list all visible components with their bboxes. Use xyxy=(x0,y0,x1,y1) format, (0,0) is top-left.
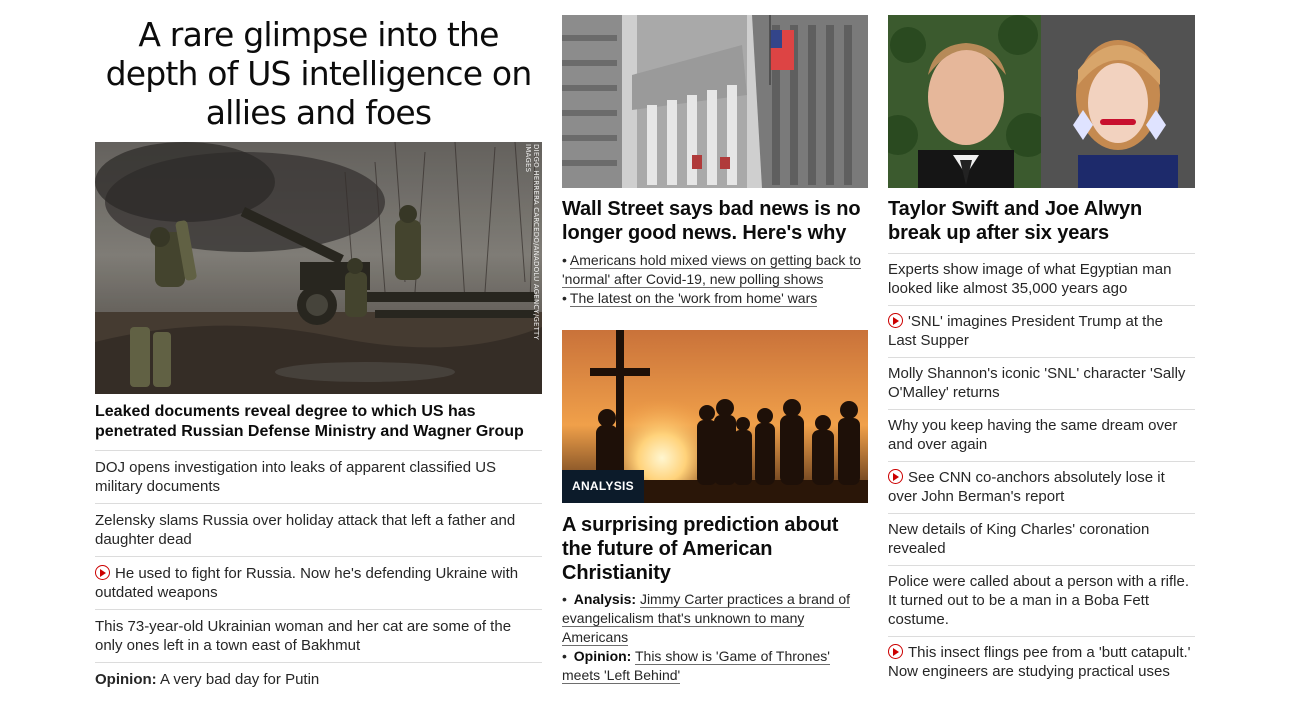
photo-credit: DIEGO HERRERA CARCEDO/ANADOLU AGENCY/GET… xyxy=(524,144,540,340)
lead-story-title[interactable]: Leaked documents reveal degree to which … xyxy=(95,402,542,451)
list-item-text: He used to fight for Russia. Now he's de… xyxy=(95,565,519,601)
bullet-label: Analysis: xyxy=(573,591,637,607)
list-item[interactable]: Police were called about a person with a… xyxy=(888,566,1195,637)
swift-story-title[interactable]: Taylor Swift and Joe Alwyn break up afte… xyxy=(888,197,1195,245)
opinion-item[interactable]: Opinion: A very bad day for Putin xyxy=(95,663,542,696)
list-item[interactable]: Zelensky slams Russia over holiday attac… xyxy=(95,504,542,557)
list-item-text: 'SNL' imagines President Trump at the La… xyxy=(888,313,1164,349)
list-item-text: Molly Shannon's iconic 'SNL' character '… xyxy=(888,365,1186,401)
list-item[interactable]: 'SNL' imagines President Trump at the La… xyxy=(888,306,1195,358)
bullet-item[interactable]: • Analysis: Jimmy Carter practices a bra… xyxy=(562,590,868,647)
play-circle-icon xyxy=(888,469,903,484)
list-item-text: Zelensky slams Russia over holiday attac… xyxy=(95,512,516,548)
cross-sunset-photo[interactable]: ANALYSIS xyxy=(562,330,868,503)
swift-alwyn-photo[interactable] xyxy=(888,15,1195,188)
christianity-story-title[interactable]: A surprising prediction about the future… xyxy=(562,513,868,585)
list-item-text: This insect flings pee from a 'butt cata… xyxy=(888,644,1191,680)
wall-street-bullets: • Americans hold mixed views on getting b… xyxy=(562,251,868,308)
list-item[interactable]: He used to fight for Russia. Now he's de… xyxy=(95,557,542,610)
list-item[interactable]: DOJ opens investigation into leaks of ap… xyxy=(95,451,542,504)
hero-headline[interactable]: A rare glimpse into the depth of US inte… xyxy=(95,15,542,142)
list-item-text: This 73-year-old Ukrainian woman and her… xyxy=(95,618,512,654)
play-circle-icon xyxy=(888,313,903,328)
middle-column: Wall Street says bad news is no longer g… xyxy=(562,0,868,685)
list-item-text: New details of King Charles' coronation … xyxy=(888,521,1150,557)
left-column: A rare glimpse into the depth of US inte… xyxy=(95,0,542,696)
wall-street-story-title[interactable]: Wall Street says bad news is no longer g… xyxy=(562,197,868,245)
play-circle-icon xyxy=(888,644,903,659)
list-item-text: DOJ opens investigation into leaks of ap… xyxy=(95,459,497,495)
list-item[interactable]: New details of King Charles' coronation … xyxy=(888,514,1195,566)
list-item[interactable]: Experts show image of what Egyptian man … xyxy=(888,254,1195,306)
list-item[interactable]: Why you keep having the same dream over … xyxy=(888,410,1195,462)
list-item[interactable]: Molly Shannon's iconic 'SNL' character '… xyxy=(888,358,1195,410)
list-item-text: See CNN co-anchors absolutely lose it ov… xyxy=(888,469,1165,505)
analysis-badge: ANALYSIS xyxy=(562,470,644,503)
right-column: Taylor Swift and Joe Alwyn break up afte… xyxy=(888,0,1195,688)
list-item-text: Why you keep having the same dream over … xyxy=(888,417,1178,453)
bullet-item[interactable]: • Opinion: This show is 'Game of Thrones… xyxy=(562,647,868,685)
list-item-text: Experts show image of what Egyptian man … xyxy=(888,261,1172,297)
list-item[interactable]: This 73-year-old Ukrainian woman and her… xyxy=(95,610,542,663)
bullet-item[interactable]: • Americans hold mixed views on getting b… xyxy=(562,251,868,289)
bullet-item[interactable]: • The latest on the 'work from home' wars xyxy=(562,289,868,308)
bullet-label: Opinion: xyxy=(573,648,632,664)
bullet-link[interactable]: Americans hold mixed views on getting ba… xyxy=(562,252,861,288)
bullet-link[interactable]: The latest on the 'work from home' wars xyxy=(569,290,818,307)
play-circle-icon xyxy=(95,565,110,580)
list-item[interactable]: See CNN co-anchors absolutely lose it ov… xyxy=(888,462,1195,514)
opinion-text: A very bad day for Putin xyxy=(156,671,320,688)
list-item-text: Police were called about a person with a… xyxy=(888,573,1189,628)
wall-street-photo[interactable] xyxy=(562,15,868,188)
opinion-label: Opinion: xyxy=(95,671,157,688)
list-item[interactable]: This insect flings pee from a 'butt cata… xyxy=(888,637,1195,688)
artillery-photo[interactable]: DIEGO HERRERA CARCEDO/ANADOLU AGENCY/GET… xyxy=(95,142,542,394)
christianity-bullets: • Analysis: Jimmy Carter practices a bra… xyxy=(562,590,868,685)
